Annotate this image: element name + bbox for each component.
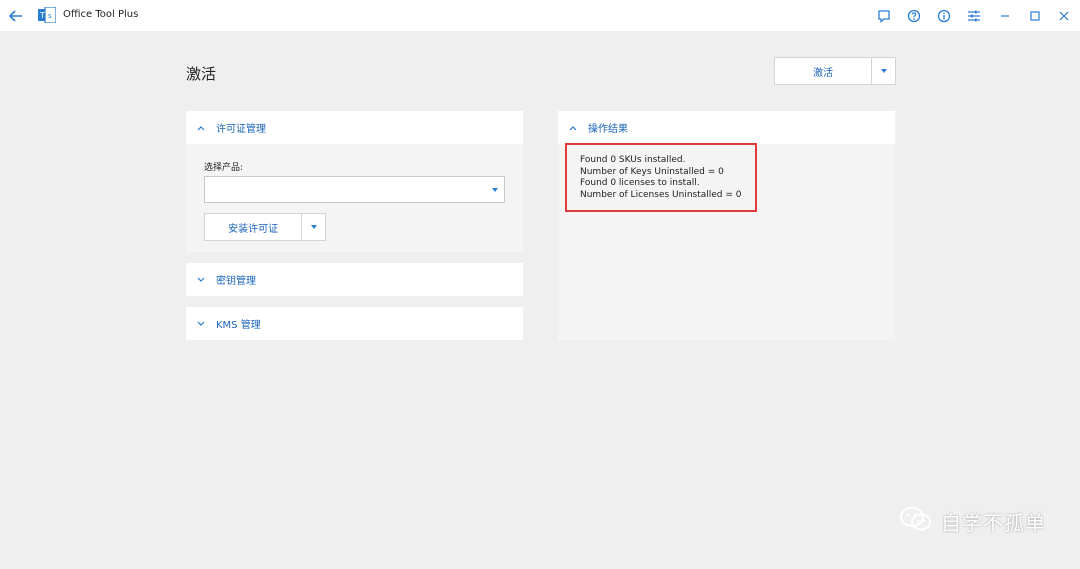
window-title: Office Tool Plus	[63, 9, 139, 20]
page-title: 激活	[186, 65, 217, 83]
key-panel[interactable]: 密钥管理	[186, 263, 523, 296]
product-select[interactable]	[204, 176, 505, 203]
app-logo-icon: T s	[38, 6, 57, 24]
chevron-down-icon	[196, 275, 206, 285]
install-license-button[interactable]: 安装许可证	[205, 214, 301, 240]
license-panel: 许可证管理 选择产品: 安装许可证	[186, 111, 523, 252]
results-panel: 操作结果 Found 0 SKUs installed. Number of K…	[558, 111, 895, 340]
watermark: 自学不孤单	[899, 505, 1046, 537]
svg-text:s: s	[48, 12, 52, 20]
chevron-down-icon	[196, 319, 206, 329]
info-icon[interactable]	[935, 7, 953, 25]
activate-dropdown-button[interactable]	[871, 58, 895, 84]
highlight-annotation-box	[565, 143, 757, 212]
activate-button[interactable]: 激活	[775, 58, 871, 84]
results-panel-title: 操作结果	[588, 124, 628, 135]
kms-panel[interactable]: KMS 管理	[186, 307, 523, 340]
minimize-icon[interactable]	[996, 7, 1014, 25]
settings-sliders-icon[interactable]	[965, 7, 983, 25]
maximize-icon[interactable]	[1026, 7, 1044, 25]
svg-text:T: T	[39, 11, 45, 20]
install-license-split-button: 安装许可证	[204, 213, 326, 241]
title-bar: T s Office Tool Plus	[0, 0, 1080, 31]
key-panel-header[interactable]: 密钥管理	[186, 263, 523, 296]
license-panel-title: 许可证管理	[216, 124, 266, 135]
help-icon[interactable]	[905, 7, 923, 25]
chevron-up-icon	[568, 123, 578, 133]
chevron-down-icon	[310, 225, 317, 229]
close-icon[interactable]	[1055, 7, 1073, 25]
license-panel-header[interactable]: 许可证管理	[186, 111, 523, 144]
install-license-dropdown-button[interactable]	[301, 214, 325, 240]
chevron-down-icon	[492, 188, 498, 192]
chevron-up-icon	[196, 123, 206, 133]
select-product-label: 选择产品:	[204, 163, 244, 173]
kms-panel-title: KMS 管理	[216, 320, 261, 331]
feedback-icon[interactable]	[875, 7, 893, 25]
results-panel-header[interactable]: 操作结果	[558, 111, 895, 144]
kms-panel-header[interactable]: KMS 管理	[186, 307, 523, 340]
watermark-text: 自学不孤单	[941, 510, 1046, 535]
chevron-down-icon	[880, 69, 887, 73]
activate-split-button: 激活	[774, 57, 896, 85]
wechat-icon	[899, 505, 933, 537]
back-arrow-icon[interactable]	[6, 6, 26, 26]
key-panel-title: 密钥管理	[216, 276, 256, 287]
